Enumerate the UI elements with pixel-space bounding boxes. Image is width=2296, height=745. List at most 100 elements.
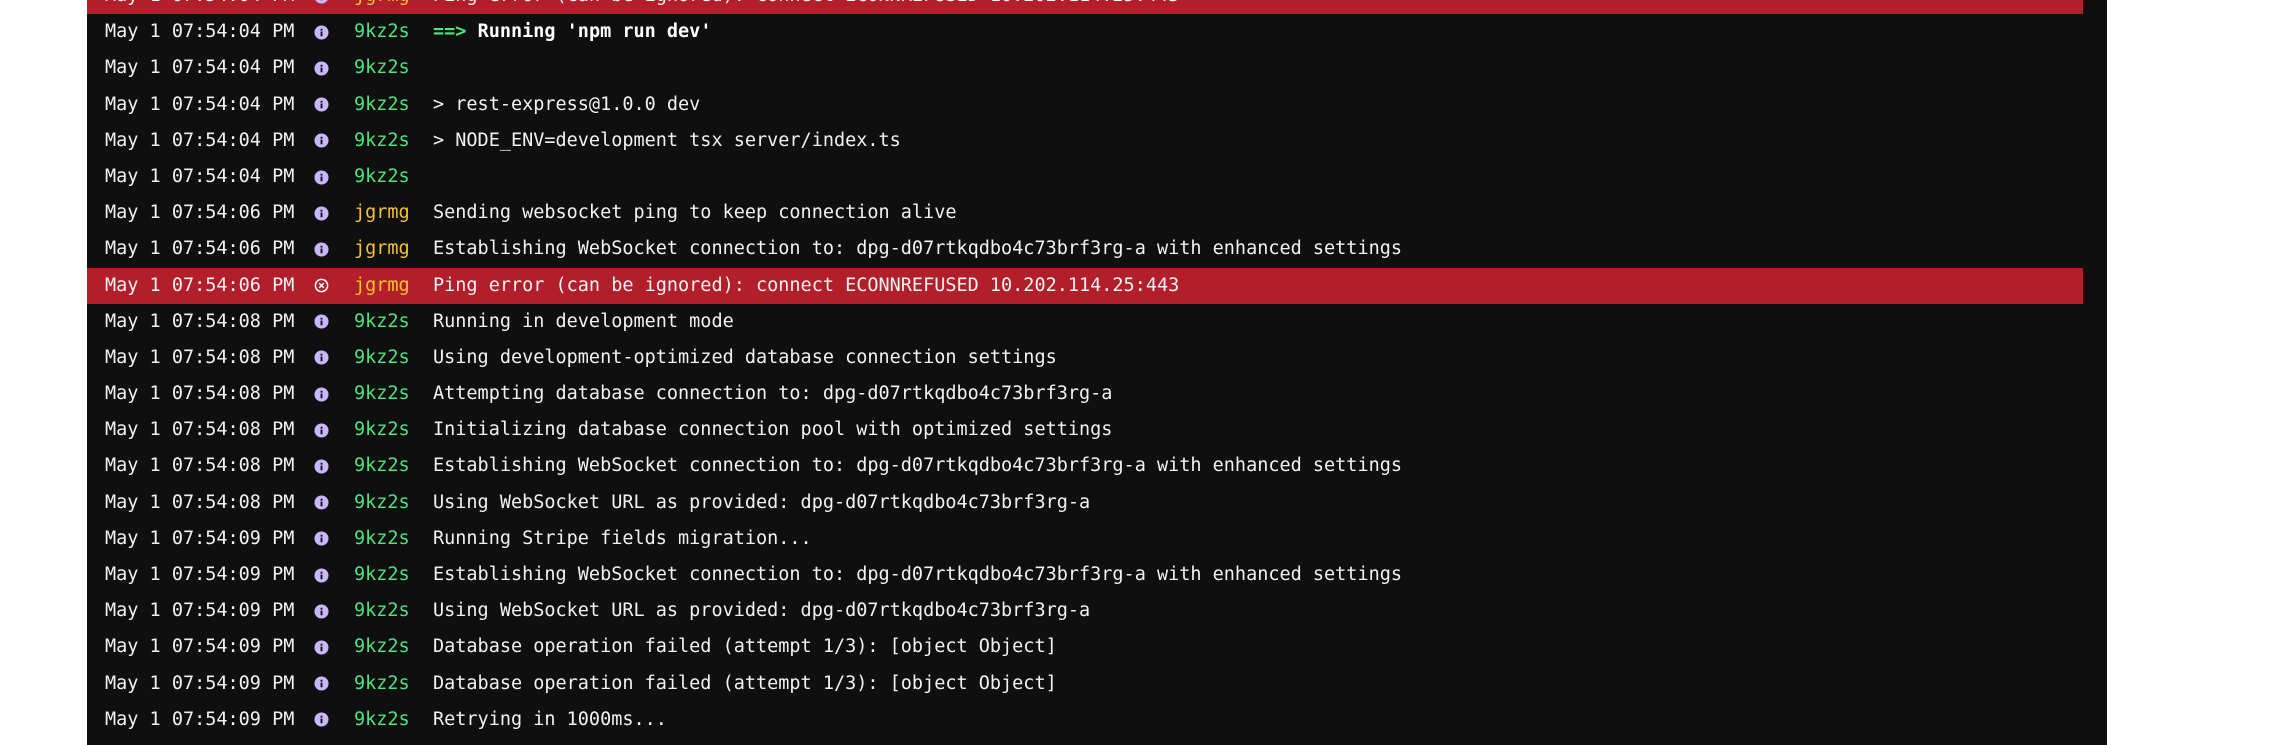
log-instance-id[interactable]: 9kz2s: [354, 593, 410, 629]
info-icon: [313, 702, 330, 738]
log-timestamp: May 1 07:54:08 PM: [105, 383, 295, 405]
log-row: May 1 07:54:09 PM 9kz2s Database operation…: [87, 666, 2107, 702]
log-instance-id[interactable]: 9kz2s: [354, 376, 410, 412]
log-instance-id[interactable]: 9kz2s: [354, 87, 410, 123]
log-timestamp: May 1 07:54:04 PM: [105, 129, 295, 151]
log-timestamp: May 1 07:54:08 PM: [105, 310, 295, 332]
log-panel[interactable]: May 1 07:54:04 PM jgrmg Ping error (can be…: [87, 0, 2107, 745]
log-list: May 1 07:54:04 PM jgrmg Ping error (can be…: [87, 0, 2107, 745]
log-arrow: ==>: [433, 21, 467, 43]
info-icon: [313, 123, 330, 159]
log-timestamp: May 1 07:54:06 PM: [105, 238, 295, 260]
error-icon: [313, 268, 330, 304]
log-message: Ping error (can be ignored): connect ECO…: [433, 274, 1180, 296]
log-timestamp: May 1 07:54:09 PM: [105, 672, 295, 694]
log-timestamp: May 1 07:54:08 PM: [105, 346, 295, 368]
log-timestamp: May 1 07:54:09 PM: [105, 738, 294, 745]
log-row: May 1 07:54:04 PM 9kz2s ==> Running 'npm r…: [87, 14, 2107, 50]
log-timestamp: May 1 07:54:09 PM: [105, 636, 295, 658]
info-icon: [313, 666, 330, 702]
log-message: Establishing WebSocket connection to: dp…: [433, 455, 1403, 477]
info-icon: [313, 231, 330, 267]
log-row: May 1 07:54:09 PM 9kz2s Retrying in 1000ms…: [87, 738, 2107, 745]
info-icon: [313, 14, 330, 50]
log-row: May 1 07:54:08 PM 9kz2s Establishing WebSo…: [87, 448, 2107, 484]
log-row-error: May 1 07:54:04 PM jgrmg Ping error (can be…: [87, 0, 2083, 15]
log-instance-id[interactable]: 9kz2s: [354, 738, 410, 745]
log-timestamp: May 1 07:54:04 PM: [105, 93, 295, 115]
log-row: May 1 07:54:04 PM 9kz2s: [87, 159, 2107, 195]
log-instance-id[interactable]: jgrmg: [354, 0, 410, 14]
info-icon: [313, 557, 330, 593]
log-instance-id[interactable]: 9kz2s: [354, 485, 410, 521]
log-instance-id[interactable]: 9kz2s: [354, 629, 410, 665]
log-instance-id[interactable]: 9kz2s: [354, 304, 410, 340]
log-message: Using development-optimized database con…: [433, 346, 1057, 368]
log-message: Initializing database connection pool wi…: [433, 419, 1113, 441]
log-instance-id[interactable]: 9kz2s: [354, 159, 410, 195]
log-row: May 1 07:54:06 PM jgrmg Sending websocket …: [87, 195, 2107, 231]
log-instance-id[interactable]: jgrmg: [354, 268, 410, 304]
info-icon: [313, 195, 330, 231]
log-instance-id[interactable]: 9kz2s: [354, 123, 410, 159]
log-message: Using WebSocket URL as provided: dpg-d07…: [433, 600, 1091, 622]
log-row: May 1 07:54:09 PM 9kz2s Using WebSocket UR…: [87, 593, 2107, 629]
log-row: May 1 07:54:09 PM 9kz2s Establishing WebSo…: [87, 557, 2107, 593]
log-instance-id[interactable]: 9kz2s: [354, 557, 410, 593]
log-message: Retrying in 1000ms...: [433, 708, 667, 730]
log-instance-id[interactable]: 9kz2s: [354, 340, 410, 376]
info-icon: [313, 376, 330, 412]
info-icon: [313, 0, 330, 14]
log-instance-id[interactable]: jgrmg: [354, 231, 410, 267]
info-icon: [313, 304, 330, 340]
log-message: Running in development mode: [433, 310, 734, 332]
log-instance-id[interactable]: jgrmg: [354, 195, 410, 231]
log-instance-id[interactable]: 9kz2s: [354, 702, 410, 738]
log-timestamp: May 1 07:54:09 PM: [105, 600, 295, 622]
info-icon: [313, 87, 330, 123]
log-timestamp: May 1 07:54:08 PM: [105, 455, 295, 477]
log-instance-id[interactable]: 9kz2s: [354, 448, 410, 484]
log-message: Establishing WebSocket connection to: dp…: [433, 238, 1403, 260]
log-message: Sending websocket ping to keep connectio…: [433, 202, 957, 224]
log-command: Running 'npm run dev': [477, 21, 712, 43]
log-timestamp: May 1 07:54:04 PM: [105, 0, 294, 14]
log-row-error: May 1 07:54:06 PM jgrmg Ping error (can be…: [87, 267, 2083, 304]
log-instance-id[interactable]: 9kz2s: [354, 666, 410, 702]
log-timestamp: May 1 07:54:09 PM: [105, 527, 295, 549]
log-row: May 1 07:54:04 PM 9kz2s > NODE_ENV=develop…: [87, 123, 2107, 159]
log-timestamp: May 1 07:54:08 PM: [105, 419, 295, 441]
log-instance-id[interactable]: 9kz2s: [354, 521, 410, 557]
log-row: May 1 07:54:08 PM 9kz2s Initializing datab…: [87, 412, 2107, 448]
info-icon: [313, 738, 330, 745]
log-row: May 1 07:54:08 PM 9kz2s Attempting databas…: [87, 376, 2107, 412]
info-icon: [313, 629, 330, 665]
log-instance-id[interactable]: 9kz2s: [354, 50, 410, 86]
log-row: May 1 07:54:08 PM 9kz2s Using development-…: [87, 340, 2107, 376]
log-timestamp: May 1 07:54:06 PM: [105, 202, 295, 224]
log-row: May 1 07:54:09 PM 9kz2s Running Stripe fie…: [87, 521, 2107, 557]
info-icon: [313, 521, 330, 557]
info-icon: [313, 485, 330, 521]
log-message: ==> Running 'npm run dev': [433, 14, 711, 50]
log-message: Attempting database connection to: dpg-d…: [433, 383, 1113, 405]
log-timestamp: May 1 07:54:06 PM: [105, 274, 295, 296]
log-message: Ping error (can be ignored): connect ECO…: [433, 0, 1179, 14]
log-row: May 1 07:54:08 PM 9kz2s Running in develop…: [87, 304, 2107, 340]
info-icon: [313, 50, 330, 86]
log-instance-id[interactable]: 9kz2s: [354, 412, 410, 448]
log-message: Database operation failed (attempt 1/3):…: [433, 636, 1057, 658]
log-row: May 1 07:54:09 PM 9kz2s Database operation…: [87, 629, 2107, 665]
log-message: Running Stripe fields migration...: [433, 527, 812, 549]
log-row: May 1 07:54:04 PM 9kz2s: [87, 50, 2107, 86]
log-row: May 1 07:54:08 PM 9kz2s Using WebSocket UR…: [87, 485, 2107, 521]
log-timestamp: May 1 07:54:09 PM: [105, 564, 295, 585]
info-icon: [313, 340, 330, 376]
log-row: May 1 07:54:09 PM 9kz2s Retrying in 1000ms…: [87, 702, 2107, 738]
log-message: Using WebSocket URL as provided: dpg-d07…: [433, 491, 1091, 513]
log-instance-id[interactable]: 9kz2s: [354, 14, 410, 50]
log-message: > NODE_ENV=development tsx server/index.…: [433, 129, 901, 151]
log-message: Retrying in 1000ms...: [433, 738, 667, 745]
info-icon: [313, 593, 330, 629]
log-row: May 1 07:54:04 PM 9kz2s > rest-express@1.0…: [87, 87, 2107, 123]
